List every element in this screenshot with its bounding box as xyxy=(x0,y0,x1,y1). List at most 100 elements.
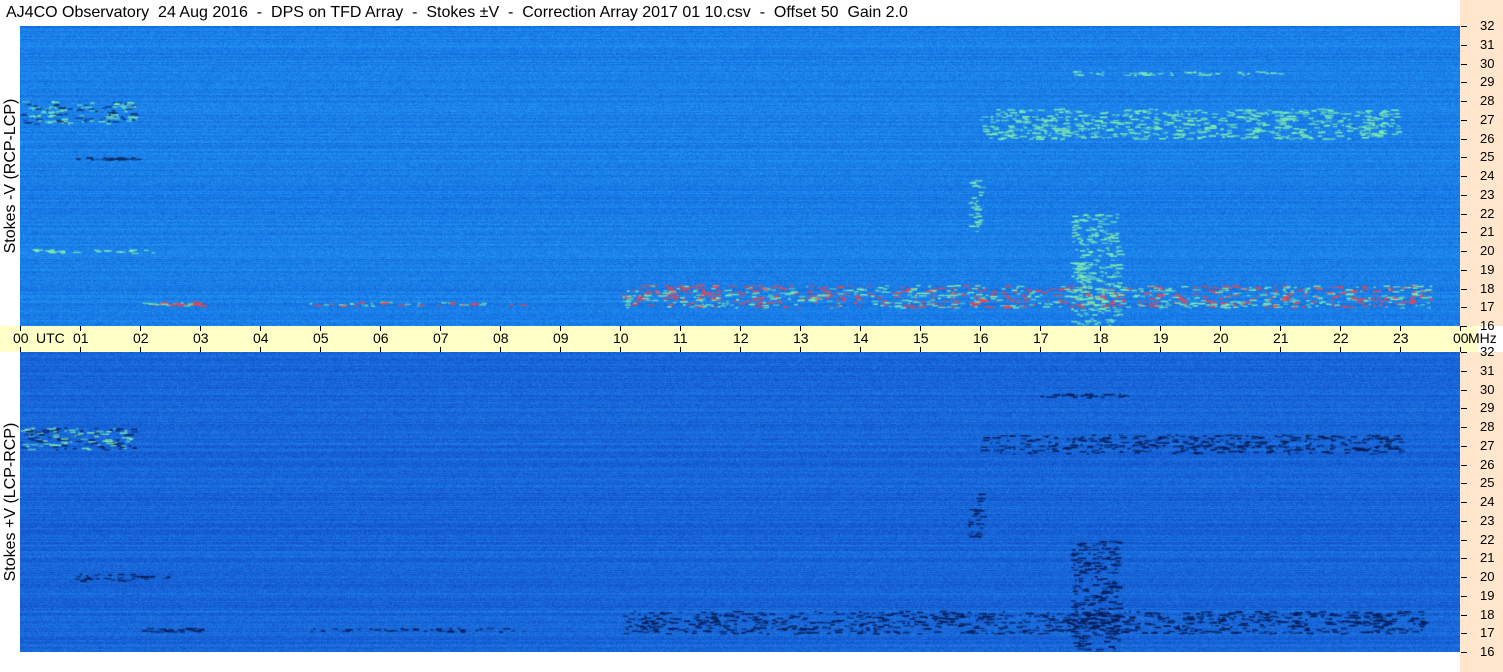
time-tick-label-21: 21 xyxy=(1273,330,1289,346)
freq-tick-mark-top-25 xyxy=(1461,157,1467,159)
freq-tick-label-top-17: 17 xyxy=(1480,299,1495,315)
time-tick-mark-bottom-23 xyxy=(1400,347,1401,352)
freq-tick-mark-top-23 xyxy=(1461,194,1467,196)
time-tick-mark-bottom-12 xyxy=(740,347,741,352)
time-tick-mark-17 xyxy=(1040,326,1041,331)
time-tick-label-17: 17 xyxy=(1033,330,1049,346)
time-tick-mark-22 xyxy=(1340,326,1341,331)
freq-tick-mark-top-20 xyxy=(1461,251,1467,252)
freq-tick-mark-top-17 xyxy=(1461,307,1467,309)
freq-tick-mark-top-26 xyxy=(1461,138,1467,140)
time-tick-mark-16 xyxy=(980,326,981,331)
freq-tick-label-top-23: 23 xyxy=(1480,186,1495,202)
time-tick-mark-bottom-22 xyxy=(1340,347,1341,352)
spectrogram-top xyxy=(20,26,1460,326)
freq-tick-label-top-16: 16 xyxy=(1480,318,1495,333)
time-tick-mark-1 xyxy=(80,326,81,331)
freq-tick-mark-bottom-31 xyxy=(1461,370,1467,372)
time-tick-mark-13 xyxy=(800,326,801,331)
time-tick-mark-bottom-2 xyxy=(140,347,141,352)
time-tick-mark-bottom-21 xyxy=(1280,347,1281,352)
freq-tick-mark-bottom-32 xyxy=(1461,352,1467,353)
freq-tick-label-bottom-19: 19 xyxy=(1480,587,1495,603)
freq-tick-label-bottom-16: 16 xyxy=(1480,644,1495,659)
freq-tick-mark-top-21 xyxy=(1461,232,1467,234)
time-tick-mark-bottom-6 xyxy=(380,347,381,352)
time-tick-mark-bottom-3 xyxy=(200,347,201,352)
freq-tick-mark-bottom-19 xyxy=(1461,595,1467,597)
freq-tick-label-top-21: 21 xyxy=(1480,224,1495,240)
time-tick-label-13: 13 xyxy=(793,330,809,346)
freq-tick-label-bottom-32: 32 xyxy=(1480,344,1495,359)
time-tick-label-4: 04 xyxy=(253,330,269,346)
spectrogram-bottom-canvas xyxy=(20,352,1460,652)
freq-tick-label-top-27: 27 xyxy=(1480,111,1495,127)
freq-tick-mark-top-29 xyxy=(1461,82,1467,84)
time-tick-label-2: 02 xyxy=(133,330,149,346)
freq-tick-mark-bottom-30 xyxy=(1461,389,1467,391)
time-tick-mark-bottom-7 xyxy=(440,347,441,352)
freq-tick-label-top-26: 26 xyxy=(1480,130,1495,146)
freq-tick-mark-bottom-22 xyxy=(1461,539,1467,541)
time-tick-mark-2 xyxy=(140,326,141,331)
freq-tick-mark-top-28 xyxy=(1461,101,1467,102)
time-tick-label-23: 23 xyxy=(1393,330,1409,346)
freq-tick-mark-top-27 xyxy=(1461,119,1467,121)
freq-tick-label-bottom-28: 28 xyxy=(1480,419,1495,434)
time-tick-mark-20 xyxy=(1220,326,1221,331)
freq-tick-label-bottom-18: 18 xyxy=(1480,606,1495,622)
time-tick-label-5: 05 xyxy=(313,330,329,346)
freq-tick-mark-top-22 xyxy=(1461,213,1467,215)
time-axis: 00 01 02 03 04 05 06 07 08 09 10 11 12 13 14 15 16 17 18 19… xyxy=(0,326,1497,352)
freq-tick-label-top-29: 29 xyxy=(1480,74,1495,90)
freq-tick-mark-bottom-23 xyxy=(1461,520,1467,522)
freq-tick-label-bottom-17: 17 xyxy=(1480,625,1495,641)
time-tick-mark-bottom-16 xyxy=(980,347,981,352)
time-tick-label-6: 06 xyxy=(373,330,389,346)
freq-tick-label-top-24: 24 xyxy=(1480,168,1495,183)
time-tick-label-24: 00 xyxy=(1453,330,1469,346)
time-tick-mark-12 xyxy=(740,326,741,331)
time-tick-label-11: 11 xyxy=(673,330,688,346)
freq-tick-mark-top-32 xyxy=(1461,26,1467,27)
freq-tick-label-top-31: 31 xyxy=(1480,36,1495,52)
time-tick-label-0: 00 xyxy=(13,330,29,346)
time-tick-mark-bottom-19 xyxy=(1160,347,1161,352)
time-tick-mark-11 xyxy=(680,326,681,331)
time-tick-label-16: 16 xyxy=(973,330,989,346)
time-tick-label-19: 19 xyxy=(1153,330,1169,346)
freq-tick-mark-bottom-29 xyxy=(1461,408,1467,410)
time-tick-mark-15 xyxy=(920,326,921,331)
time-tick-mark-18 xyxy=(1100,326,1101,331)
freq-tick-label-top-28: 28 xyxy=(1480,93,1495,108)
freq-tick-label-top-32: 32 xyxy=(1480,18,1495,33)
freq-tick-label-top-30: 30 xyxy=(1480,55,1495,71)
spectrogram-top-canvas xyxy=(20,26,1460,326)
time-tick-label-22: 22 xyxy=(1333,330,1349,346)
freq-tick-mark-top-31 xyxy=(1461,44,1467,46)
bottom-margin xyxy=(0,652,1460,672)
time-tick-mark-bottom-13 xyxy=(800,347,801,352)
freq-tick-mark-bottom-20 xyxy=(1461,577,1467,578)
freq-tick-label-top-18: 18 xyxy=(1480,280,1495,296)
freq-tick-mark-top-19 xyxy=(1461,269,1467,271)
time-tick-mark-bottom-20 xyxy=(1220,347,1221,352)
freq-tick-mark-bottom-16 xyxy=(1461,652,1467,653)
freq-tick-mark-top-16 xyxy=(1461,326,1467,327)
time-tick-mark-6 xyxy=(380,326,381,331)
freq-tick-label-bottom-31: 31 xyxy=(1480,362,1495,378)
y-axis-label-top: Stokes -V (RCP-LCP) xyxy=(2,98,19,254)
freq-tick-label-top-25: 25 xyxy=(1480,149,1495,165)
freq-tick-mark-top-30 xyxy=(1461,63,1467,65)
time-tick-mark-0 xyxy=(20,326,21,331)
freq-tick-mark-top-24 xyxy=(1461,176,1467,177)
time-tick-mark-14 xyxy=(860,326,861,331)
freq-tick-label-bottom-27: 27 xyxy=(1480,437,1495,453)
freq-tick-label-bottom-22: 22 xyxy=(1480,531,1495,547)
freq-tick-label-bottom-24: 24 xyxy=(1480,494,1495,509)
freq-tick-label-bottom-30: 30 xyxy=(1480,381,1495,397)
time-tick-label-18: 18 xyxy=(1093,330,1109,346)
freq-tick-mark-bottom-17 xyxy=(1461,633,1467,635)
freq-tick-label-bottom-21: 21 xyxy=(1480,550,1495,566)
time-tick-label-9: 09 xyxy=(553,330,569,346)
